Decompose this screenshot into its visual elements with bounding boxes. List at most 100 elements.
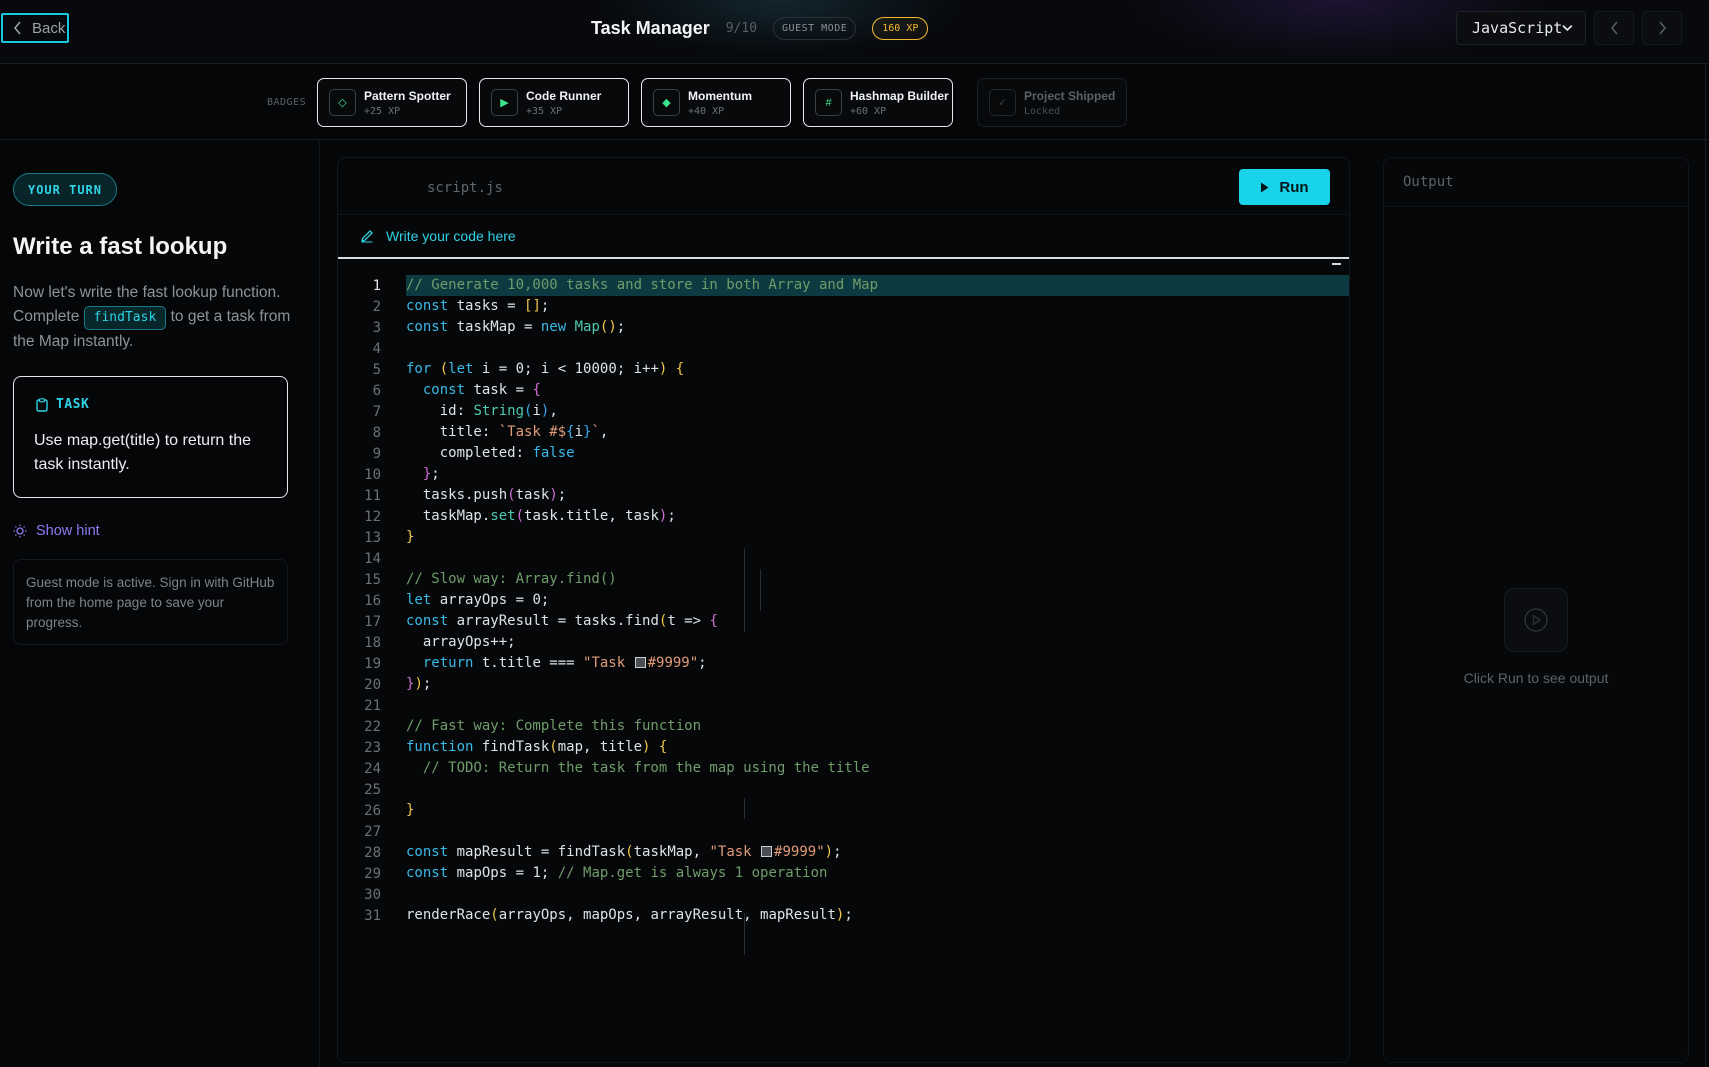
run-label: Run — [1279, 178, 1309, 196]
file-tab[interactable]: script.js — [427, 180, 503, 196]
line-number: 23 — [364, 739, 381, 756]
line-number: 4 — [372, 340, 381, 357]
code-line[interactable]: 18 arrayOps++; — [338, 632, 1349, 653]
line-number: 18 — [364, 634, 381, 651]
code-line[interactable]: 30 — [338, 884, 1349, 905]
code-line[interactable]: 26} — [338, 800, 1349, 821]
line-number: 25 — [364, 781, 381, 798]
top-bar: Back Task Manager 9/10 GUEST MODE 160 XP… — [0, 0, 1709, 64]
code-line[interactable]: 25 — [338, 779, 1349, 800]
hash-icon: # — [815, 89, 842, 116]
line-number: 17 — [364, 613, 381, 630]
badge-momentum[interactable]: ◆ Momentum +40 XP — [641, 78, 791, 127]
line-number: 2 — [372, 298, 381, 315]
clipboard-icon — [36, 397, 48, 412]
line-number: 24 — [364, 760, 381, 777]
line-number: 7 — [372, 403, 381, 420]
line-number: 19 — [364, 655, 381, 672]
code-area[interactable]: 1// Generate 10,000 tasks and store in b… — [338, 263, 1349, 926]
chevron-left-icon — [13, 21, 21, 35]
output-empty-message: Click Run to see output — [1463, 670, 1609, 686]
code-line[interactable]: 20}); — [338, 674, 1349, 695]
badges-row: BADGES ◇ Pattern Spotter +25 XP ▶ Code R… — [0, 64, 1709, 140]
line-number: 15 — [364, 571, 381, 588]
code-line[interactable]: 12 taskMap.set(task.title, task); — [338, 506, 1349, 527]
line-number: 27 — [364, 823, 381, 840]
next-step-button[interactable] — [1642, 11, 1682, 45]
badge-status: Locked — [1024, 105, 1061, 117]
line-number: 26 — [364, 802, 381, 819]
write-prompt-bar: Write your code here — [338, 214, 1349, 259]
code-line[interactable]: 27 — [338, 821, 1349, 842]
code-line[interactable]: 13} — [338, 527, 1349, 548]
line-number: 16 — [364, 592, 381, 609]
editor-header: script.js Run — [338, 158, 1349, 213]
chevron-right-icon — [1658, 21, 1666, 35]
diamond-outline-icon: ◇ — [329, 89, 356, 116]
line-number: 8 — [372, 424, 381, 441]
task-text: Use map.get(title) to return the task in… — [34, 432, 251, 473]
code-line[interactable]: 2 const tasks = []; — [338, 296, 1349, 317]
code-line[interactable]: 28 const mapResult = findTask(taskMap, "T… — [338, 842, 1349, 863]
badge-pattern-spotter[interactable]: ◇ Pattern Spotter +25 XP — [317, 78, 467, 127]
code-line[interactable]: 3 const taskMap = new Map(); — [338, 317, 1349, 338]
diamond-icon: ◆ — [653, 89, 680, 116]
badge-xp: +25 XP — [364, 105, 401, 117]
line-number: 21 — [364, 697, 381, 714]
code-line[interactable]: 9 completed: false — [338, 443, 1349, 464]
scrollbar[interactable] — [1705, 64, 1706, 1067]
lightbulb-icon — [13, 524, 27, 538]
code-line[interactable]: 19 return t.title === "Task #9999"; — [338, 653, 1349, 674]
language-select[interactable]: JavaScript — [1456, 11, 1586, 45]
your-turn-tag: YOUR TURN — [13, 173, 117, 206]
line-number: 29 — [364, 865, 381, 882]
play-icon — [1261, 182, 1269, 192]
badge-name: Pattern Spotter — [364, 88, 451, 103]
code-line[interactable]: 16 let arrayOps = 0; — [338, 590, 1349, 611]
code-line[interactable]: 1// Generate 10,000 tasks and store in b… — [338, 263, 1349, 296]
line-number: 10 — [364, 466, 381, 483]
code-line[interactable]: 7 id: String(i), — [338, 401, 1349, 422]
indent-guide — [760, 569, 761, 611]
badge-name: Code Runner — [526, 88, 602, 103]
code-line[interactable]: 17 const arrayResult = tasks.find(t => { — [338, 611, 1349, 632]
badge-xp: +40 XP — [688, 105, 725, 117]
code-line[interactable]: 24 // TODO: Return the task from the map… — [338, 758, 1349, 779]
code-line[interactable]: 29 const mapOps = 1; // Map.get is always… — [338, 863, 1349, 884]
back-button[interactable]: Back — [1, 13, 69, 43]
code-line[interactable]: 15// Slow way: Array.find() — [338, 569, 1349, 590]
code-line[interactable]: 31 renderRace(arrayOps, mapOps, arrayResu… — [338, 905, 1349, 926]
line-number: 11 — [364, 487, 381, 504]
output-panel: Output Click Run to see output — [1383, 157, 1689, 1063]
badge-name: Project Shipped — [1024, 88, 1116, 103]
code-line[interactable]: 22// Fast way: Complete this function — [338, 716, 1349, 737]
code-line[interactable]: 14 — [338, 548, 1349, 569]
indent-guide — [744, 548, 745, 632]
code-line[interactable]: 21 — [338, 695, 1349, 716]
line-number: 22 — [364, 718, 381, 735]
xp-badge: 160 XP — [872, 16, 929, 40]
line-number: 6 — [372, 382, 381, 399]
scroll-marker — [1332, 263, 1341, 265]
code-line[interactable]: 11 tasks.push(task); — [338, 485, 1349, 506]
code-line[interactable]: 10 }; — [338, 464, 1349, 485]
play-icon: ▶ — [491, 89, 518, 116]
badge-code-runner[interactable]: ▶ Code Runner +35 XP — [479, 78, 629, 127]
code-line[interactable]: 6 const task = { — [338, 380, 1349, 401]
show-hint-button[interactable]: Show hint — [13, 523, 100, 539]
title-group: Task Manager 9/10 GUEST MODE 160 XP — [591, 16, 929, 40]
line-number: 31 — [364, 907, 381, 924]
code-line[interactable]: 8 title: `Task #${i}`, — [338, 422, 1349, 443]
guest-mode-badge: GUEST MODE — [773, 16, 857, 40]
code-line[interactable]: 23 function findTask(map, title) { — [338, 737, 1349, 758]
run-button[interactable]: Run — [1239, 169, 1330, 205]
badge-hashmap-builder[interactable]: # Hashmap Builder +60 XP — [803, 78, 953, 127]
task-header: TASK — [36, 397, 89, 412]
code-line[interactable]: 4 — [338, 338, 1349, 359]
badge-project-shipped[interactable]: ✓ Project Shipped Locked — [977, 78, 1127, 127]
code-line[interactable]: 5 for (let i = 0; i < 10000; i++) { — [338, 359, 1349, 380]
inline-code: findTask — [83, 306, 167, 330]
prev-step-button[interactable] — [1594, 11, 1634, 45]
task-card: TASK Use map.get(title) to return the ta… — [13, 376, 288, 498]
show-hint-label: Show hint — [36, 523, 100, 539]
